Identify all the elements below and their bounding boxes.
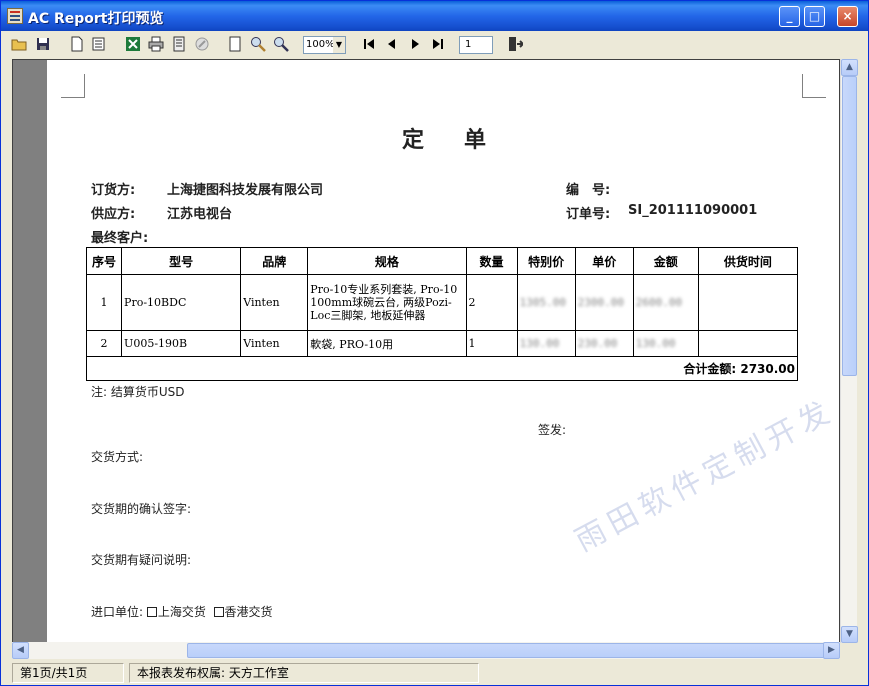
- row-special-price: 130.00: [519, 337, 560, 350]
- row-unit-price: 2300.00: [577, 296, 625, 309]
- scroll-down-icon[interactable]: ▼: [841, 626, 858, 643]
- row-delivery: [697, 274, 799, 331]
- next-page-icon[interactable]: [406, 35, 424, 53]
- horizontal-scrollbar[interactable]: ◀ ▶: [12, 642, 840, 659]
- import-unit-row: 进口单位: 上海交货 香港交货: [91, 603, 273, 620]
- row-unit-price: 230.00: [577, 337, 618, 350]
- table-row: 1 Pro-10BDC Vinten Pro-10专业系列套装, Pro-10 …: [85, 274, 799, 331]
- order-no-label: 订单号:: [566, 207, 611, 222]
- print-icon[interactable]: [147, 35, 165, 53]
- crop-mark-top-right: [802, 74, 826, 98]
- open-folder-icon[interactable]: [10, 35, 28, 53]
- total-value: 2730.00: [740, 362, 795, 376]
- table-header-row: 序号 型号 品牌 规格 数量 特别价 单价 金额 供货时间: [85, 247, 799, 275]
- excel-icon[interactable]: [124, 35, 142, 53]
- save-icon[interactable]: [34, 35, 52, 53]
- crop-mark-top-left: [61, 74, 85, 98]
- last-page-icon[interactable]: [429, 35, 447, 53]
- minimize-button[interactable]: _: [779, 6, 800, 27]
- table-row: 2 U005-190B Vinten 軟袋, PRO-10用 1 130.00 …: [85, 330, 799, 357]
- shanghai-option-label: 上海交货: [157, 605, 206, 619]
- stop-icon[interactable]: [193, 35, 211, 53]
- report-preview-window: AC Report打印预览 _ □ × 100% ▼ 1 定单 订货方: 上海捷…: [0, 0, 869, 686]
- buyer-value: 上海捷图科技发展有限公司: [167, 183, 324, 198]
- document-title: 定单: [401, 128, 526, 153]
- row-amount: 2600.00: [635, 296, 683, 309]
- supplier-value: 江苏电视台: [167, 207, 233, 222]
- column-header: 型号: [121, 247, 242, 275]
- row-brand: Vinten: [240, 274, 309, 331]
- preview-viewport[interactable]: 定单 订货方: 上海捷图科技发展有限公司 供应方: 江苏电视台 最终客户: 编 …: [12, 59, 840, 643]
- order-no-value: SI_201111090001: [628, 203, 758, 218]
- row-delivery: [697, 330, 799, 357]
- row-special-price: 1305.00: [519, 296, 566, 309]
- row-spec: 軟袋, PRO-10用: [307, 330, 467, 357]
- customer-label: 最终客户:: [91, 231, 149, 246]
- column-header: 特别价: [516, 247, 576, 275]
- delivery-question-label: 交货期有疑问说明:: [91, 553, 192, 567]
- zoom-icon[interactable]: [249, 35, 267, 53]
- hongkong-checkbox[interactable]: [213, 607, 224, 617]
- status-copyright: 本报表发布权属: 天方工作室: [129, 663, 479, 683]
- app-icon: [7, 8, 23, 24]
- number-label: 编 号:: [566, 183, 611, 198]
- row-no: 2: [85, 330, 123, 357]
- report-page: 定单 订货方: 上海捷图科技发展有限公司 供应方: 江苏电视台 最终客户: 编 …: [47, 60, 839, 642]
- status-bar: 第1页/共1页 本报表发布权属: 天方工作室: [1, 661, 868, 685]
- column-header: 单价: [574, 247, 634, 275]
- total-row: 合计金额: 2730.00: [86, 356, 798, 381]
- zoom-select[interactable]: 100% ▼: [303, 36, 346, 54]
- currency-note: 注: 结算货币USD: [91, 385, 185, 399]
- row-spec: Pro-10专业系列套装, Pro-10 100mm球碗云台, 两级Pozi-L…: [307, 274, 467, 331]
- column-header: 规格: [307, 247, 467, 275]
- exit-icon[interactable]: [506, 35, 524, 53]
- supplier-label: 供应方:: [91, 207, 136, 222]
- delivery-method-label: 交货方式:: [91, 450, 144, 464]
- new-page-icon[interactable]: [68, 35, 86, 53]
- window-title: AC Report打印预览: [28, 11, 164, 27]
- total-cell: 合计金额: 2730.00: [86, 356, 798, 381]
- column-header: 品牌: [240, 247, 309, 275]
- sign-label: 签发:: [538, 423, 567, 437]
- zoom-value: 100%: [306, 39, 335, 50]
- row-qty: 1: [465, 330, 518, 357]
- column-header: 金额: [632, 247, 699, 275]
- export-icon[interactable]: [90, 35, 108, 53]
- column-header: 供货时间: [697, 247, 799, 275]
- prev-page-icon[interactable]: [383, 35, 401, 53]
- hongkong-option-label: 香港交货: [224, 605, 273, 619]
- row-model: Pro-10BDC: [121, 274, 242, 331]
- total-label: 合计金额:: [683, 362, 737, 376]
- status-page: 第1页/共1页: [12, 663, 124, 683]
- chevron-down-icon[interactable]: ▼: [333, 37, 345, 53]
- buyer-label: 订货方:: [91, 183, 136, 198]
- row-no: 1: [85, 274, 123, 331]
- row-brand: Vinten: [240, 330, 309, 357]
- page-number-input[interactable]: 1: [459, 36, 493, 54]
- delivery-confirm-label: 交货期的确认签字:: [91, 502, 192, 516]
- page-setup-icon[interactable]: [170, 35, 188, 53]
- horizontal-scroll-thumb[interactable]: [187, 643, 827, 658]
- single-page-icon[interactable]: [226, 35, 244, 53]
- row-amount: 130.00: [635, 337, 676, 350]
- scroll-up-icon[interactable]: ▲: [841, 59, 858, 76]
- column-header: 序号: [85, 247, 123, 275]
- scroll-left-icon[interactable]: ◀: [12, 642, 29, 659]
- order-table: 序号 型号 品牌 规格 数量 特别价 单价 金额 供货时间 1 Pro-10BD: [85, 247, 799, 381]
- magnify-icon[interactable]: [272, 35, 290, 53]
- title-bar[interactable]: AC Report打印预览 _ □ ×: [1, 1, 868, 31]
- shanghai-checkbox[interactable]: [146, 607, 157, 617]
- toolbar: 100% ▼ 1: [1, 31, 868, 59]
- maximize-button[interactable]: □: [804, 6, 825, 27]
- row-model: U005-190B: [121, 330, 242, 357]
- first-page-icon[interactable]: [360, 35, 378, 53]
- close-button[interactable]: ×: [837, 6, 858, 27]
- vertical-scrollbar[interactable]: ▲ ▼: [840, 59, 858, 643]
- row-qty: 2: [465, 274, 518, 331]
- column-header: 数量: [465, 247, 518, 275]
- scroll-right-icon[interactable]: ▶: [823, 642, 840, 659]
- import-unit-label: 进口单位:: [91, 605, 144, 619]
- vertical-scroll-thumb[interactable]: [842, 76, 857, 376]
